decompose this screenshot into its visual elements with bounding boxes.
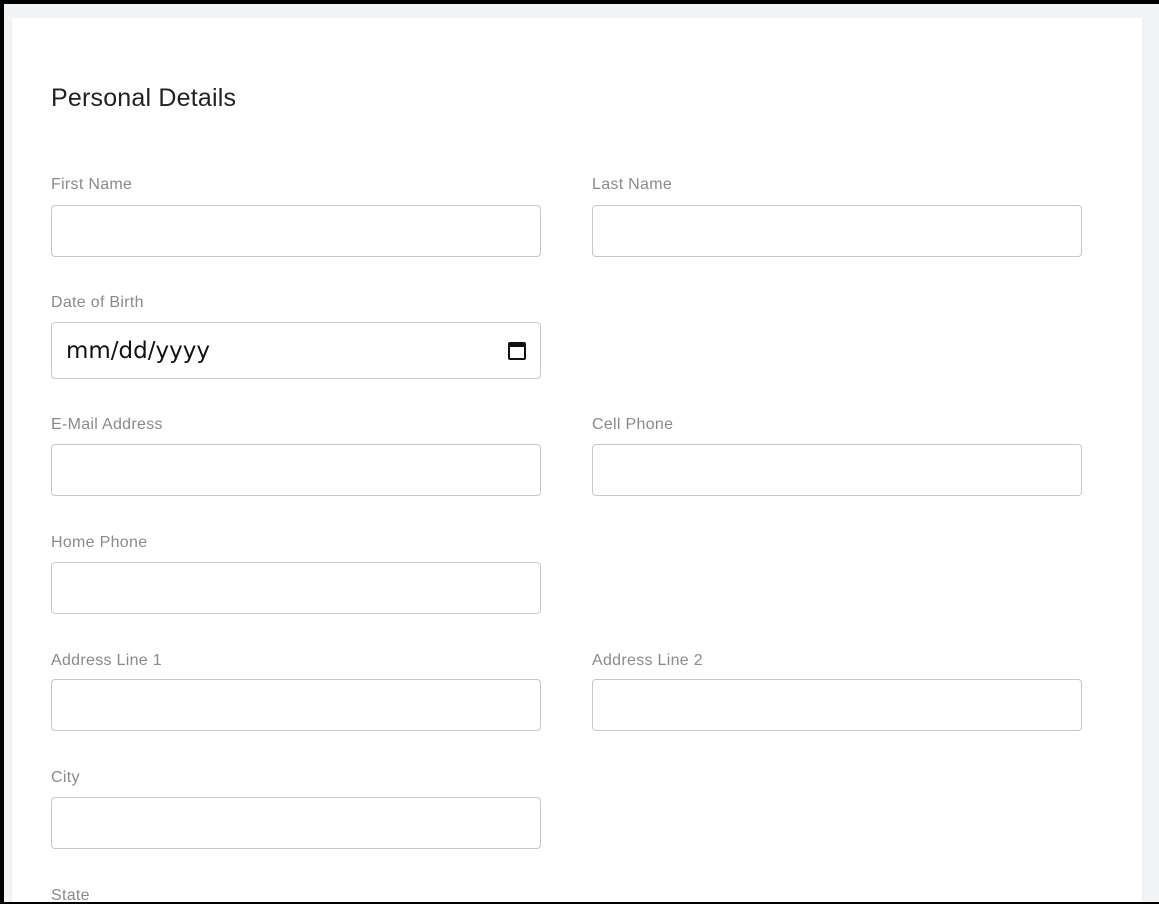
window-frame: Personal Details First Name Last Name Da… [0,0,1159,904]
home-phone-input[interactable] [51,562,541,614]
dob-placeholder: mm/dd/yyyy [66,337,210,364]
home-phone-label: Home Phone [51,534,148,551]
city-label: City [51,769,80,786]
first-name-input[interactable] [51,205,541,257]
email-input[interactable] [51,444,541,496]
address-line-1-label: Address Line 1 [51,652,162,669]
address-line-1-input[interactable] [51,679,541,731]
dob-label: Date of Birth [51,294,144,311]
section-title: Personal Details [51,84,237,112]
address-line-2-input[interactable] [592,679,1082,731]
calendar-icon[interactable] [508,341,526,360]
last-name-label: Last Name [592,176,673,193]
email-label: E-Mail Address [51,416,163,433]
city-input[interactable] [51,797,541,849]
state-label: State [51,887,90,904]
last-name-input[interactable] [592,205,1082,257]
cell-phone-label: Cell Phone [592,416,674,433]
first-name-label: First Name [51,176,133,193]
address-line-2-label: Address Line 2 [592,652,703,669]
dob-input[interactable]: mm/dd/yyyy [51,322,541,379]
personal-details-card: Personal Details First Name Last Name Da… [12,18,1142,904]
cell-phone-input[interactable] [592,444,1082,496]
